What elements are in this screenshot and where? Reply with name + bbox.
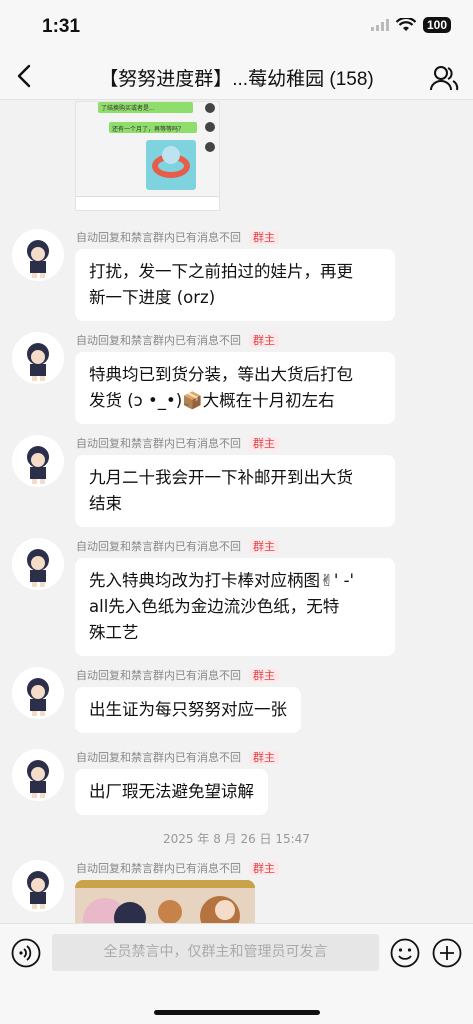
owner-badge: 群主	[249, 231, 279, 244]
message-text: 结束	[89, 494, 122, 513]
message-timestamp: 2025 年 8 月 26 日 15:47	[163, 832, 310, 846]
message-text: all先入色纸为金边流沙色纸，无特	[89, 597, 340, 616]
message-text: 出生证为每只努努对应一张	[89, 700, 287, 719]
avatar[interactable]	[12, 538, 64, 590]
message-meta: 自动回复和禁言群内已有消息不回 群主	[76, 332, 279, 348]
avatar[interactable]	[12, 229, 64, 281]
message-bubble[interactable]: 打扰，发一下之前拍过的娃片，再更 新一下进度 (orz)	[75, 249, 395, 321]
sender-name: 自动回复和禁言群内已有消息不回	[76, 862, 241, 875]
message-text: 先入特典均改为打卡棒对应柄图✌' -'	[89, 571, 355, 590]
message-text: 特典均已到货分装，等出大货后打包	[89, 365, 353, 384]
owner-badge: 群主	[249, 862, 279, 875]
message-bubble[interactable]: 先入特典均改为打卡棒对应柄图✌' -' all先入色纸为金边流沙色纸，无特 殊工…	[75, 558, 395, 656]
photo-message[interactable]	[75, 880, 255, 923]
message-text: 殊工艺	[89, 623, 139, 642]
message-text: 出厂瑕无法避免望谅解	[89, 782, 254, 801]
sender-name: 自动回复和禁言群内已有消息不回	[76, 669, 241, 682]
message-meta: 自动回复和禁言群内已有消息不回 群主	[76, 667, 279, 683]
page-title: 【努努进度群】...莓幼稚园 (158)	[99, 69, 374, 90]
message-text: 新一下进度 (orz)	[89, 288, 216, 307]
group-members-icon[interactable]	[429, 64, 459, 92]
message-bubble[interactable]: 九月二十我会开一下补邮开到出大货 结束	[75, 455, 395, 527]
status-time: 1:31	[42, 16, 81, 37]
avatar[interactable]	[12, 667, 64, 719]
home-indicator	[154, 1010, 320, 1015]
message-bubble[interactable]: 出生证为每只努努对应一张	[75, 687, 301, 733]
screenshot-line: 了结换购买或者是...	[101, 105, 155, 112]
avatar[interactable]	[12, 749, 64, 801]
owner-badge: 群主	[249, 334, 279, 347]
message-meta: 自动回复和禁言群内已有消息不回 群主	[76, 860, 279, 876]
nav-bar: 【努努进度群】...莓幼稚园 (158)	[0, 52, 473, 100]
message-input[interactable]: 全员禁言中，仅群主和管理员可发言	[52, 934, 379, 971]
message-text: 打扰，发一下之前拍过的娃片，再更	[89, 262, 353, 281]
owner-badge: 群主	[249, 437, 279, 450]
screenshot-line: 还有一个月了，再等等吗？	[112, 126, 185, 133]
message-meta: 自动回复和禁言群内已有消息不回 群主	[76, 229, 279, 245]
status-indicators: 100	[370, 17, 451, 33]
message-meta: 自动回复和禁言群内已有消息不回 群主	[76, 749, 279, 765]
sender-name: 自动回复和禁言群内已有消息不回	[76, 751, 241, 764]
wifi-icon	[395, 18, 416, 31]
sender-name: 自动回复和禁言群内已有消息不回	[76, 231, 241, 244]
owner-badge: 群主	[249, 751, 279, 764]
emoji-icon[interactable]	[390, 938, 420, 968]
status-bar: 1:31 100	[0, 0, 473, 52]
chat-area[interactable]: 了结换购买或者是... 还有一个月了，再等等吗？ 自动回复和禁言群内已有消息不回…	[0, 101, 473, 923]
input-bar: 全员禁言中，仅群主和管理员可发言	[0, 923, 473, 1024]
back-icon[interactable]	[12, 62, 38, 90]
message-bubble[interactable]: 出厂瑕无法避免望谅解	[75, 769, 268, 815]
screenshot-image[interactable]: 了结换购买或者是... 还有一个月了，再等等吗？	[75, 101, 220, 211]
message-meta: 自动回复和禁言群内已有消息不回 群主	[76, 435, 279, 451]
message-text: 发货 (ↄ •_•)📦大概在十月初左右	[89, 391, 335, 410]
message-bubble[interactable]: 特典均已到货分装，等出大货后打包 发货 (ↄ •_•)📦大概在十月初左右	[75, 352, 395, 424]
voice-icon[interactable]	[11, 938, 41, 968]
message-text: 九月二十我会开一下补邮开到出大货	[89, 468, 353, 487]
sender-name: 自动回复和禁言群内已有消息不回	[76, 437, 241, 450]
plus-icon[interactable]	[432, 938, 462, 968]
sender-name: 自动回复和禁言群内已有消息不回	[76, 334, 241, 347]
owner-badge: 群主	[249, 540, 279, 553]
signal-icon	[370, 19, 389, 31]
owner-badge: 群主	[249, 669, 279, 682]
avatar[interactable]	[12, 332, 64, 384]
avatar[interactable]	[12, 860, 64, 912]
message-meta: 自动回复和禁言群内已有消息不回 群主	[76, 538, 279, 554]
avatar[interactable]	[12, 435, 64, 487]
battery-icon: 100	[422, 17, 451, 33]
sender-name: 自动回复和禁言群内已有消息不回	[76, 540, 241, 553]
